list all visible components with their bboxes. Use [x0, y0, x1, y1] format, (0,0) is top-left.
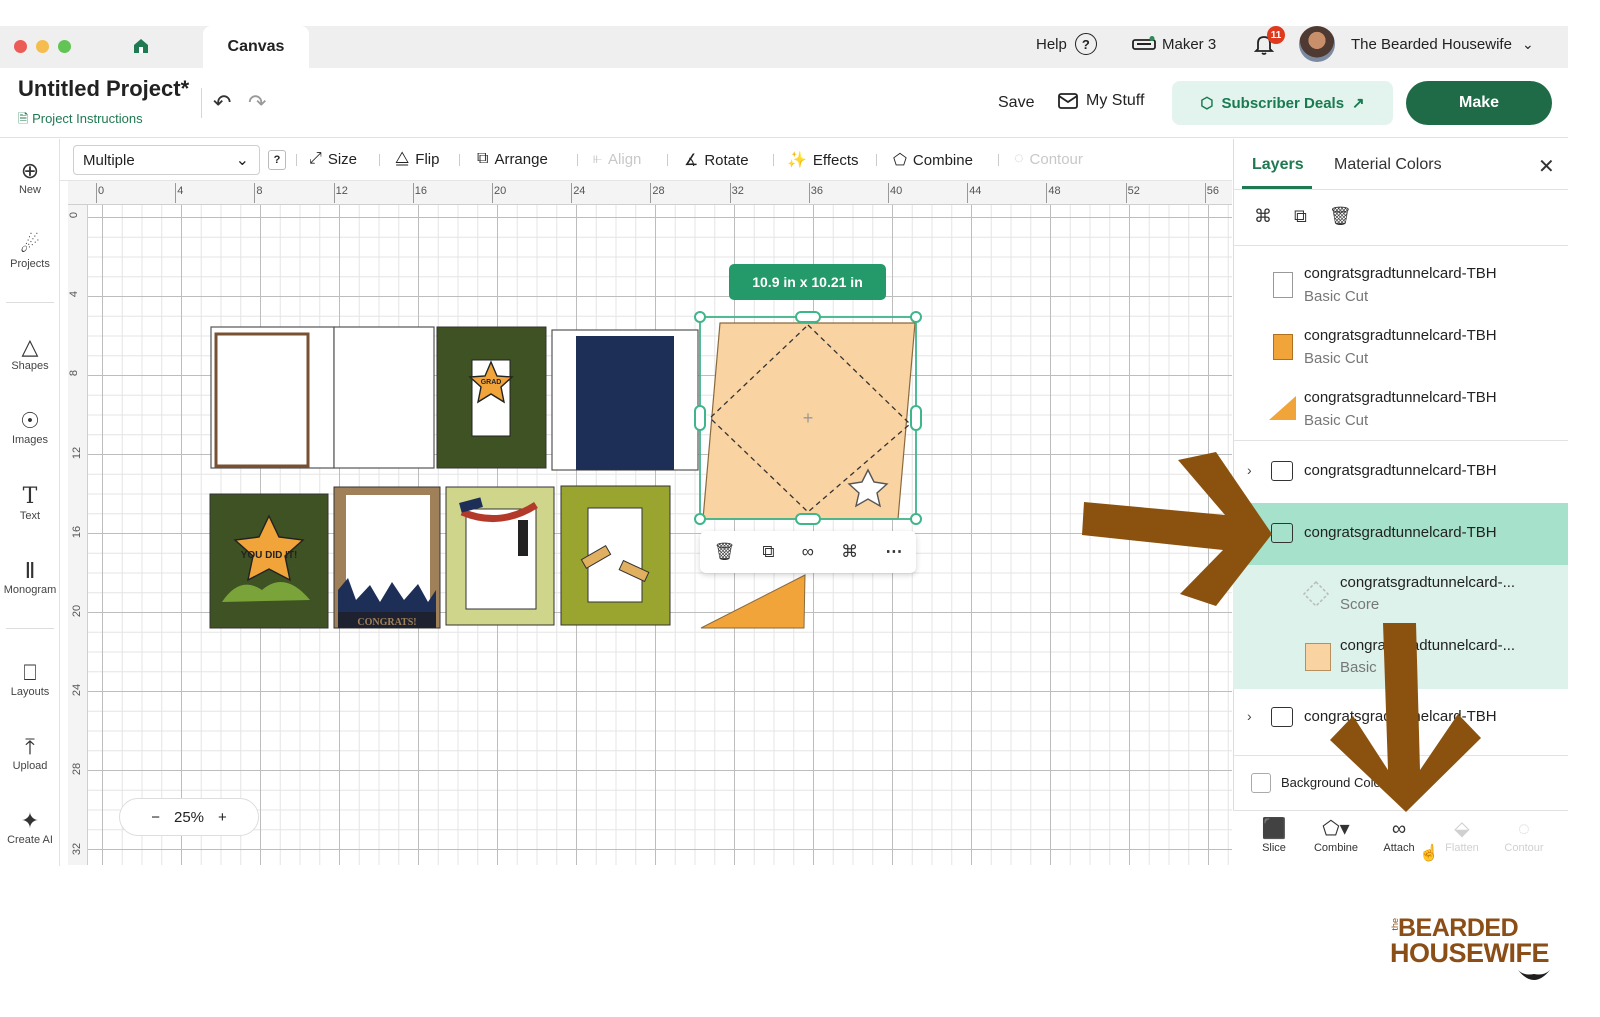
- logo-line2: HOUSEWIFE: [1390, 938, 1550, 968]
- arrow-down-annotation: [1330, 623, 1481, 812]
- arrow-right-annotation: [1082, 452, 1272, 606]
- bearded-housewife-logo: the BEARDED HOUSEWIFE: [1390, 914, 1560, 984]
- beard-icon: [1518, 970, 1550, 980]
- annotation-arrows: [1082, 452, 1481, 812]
